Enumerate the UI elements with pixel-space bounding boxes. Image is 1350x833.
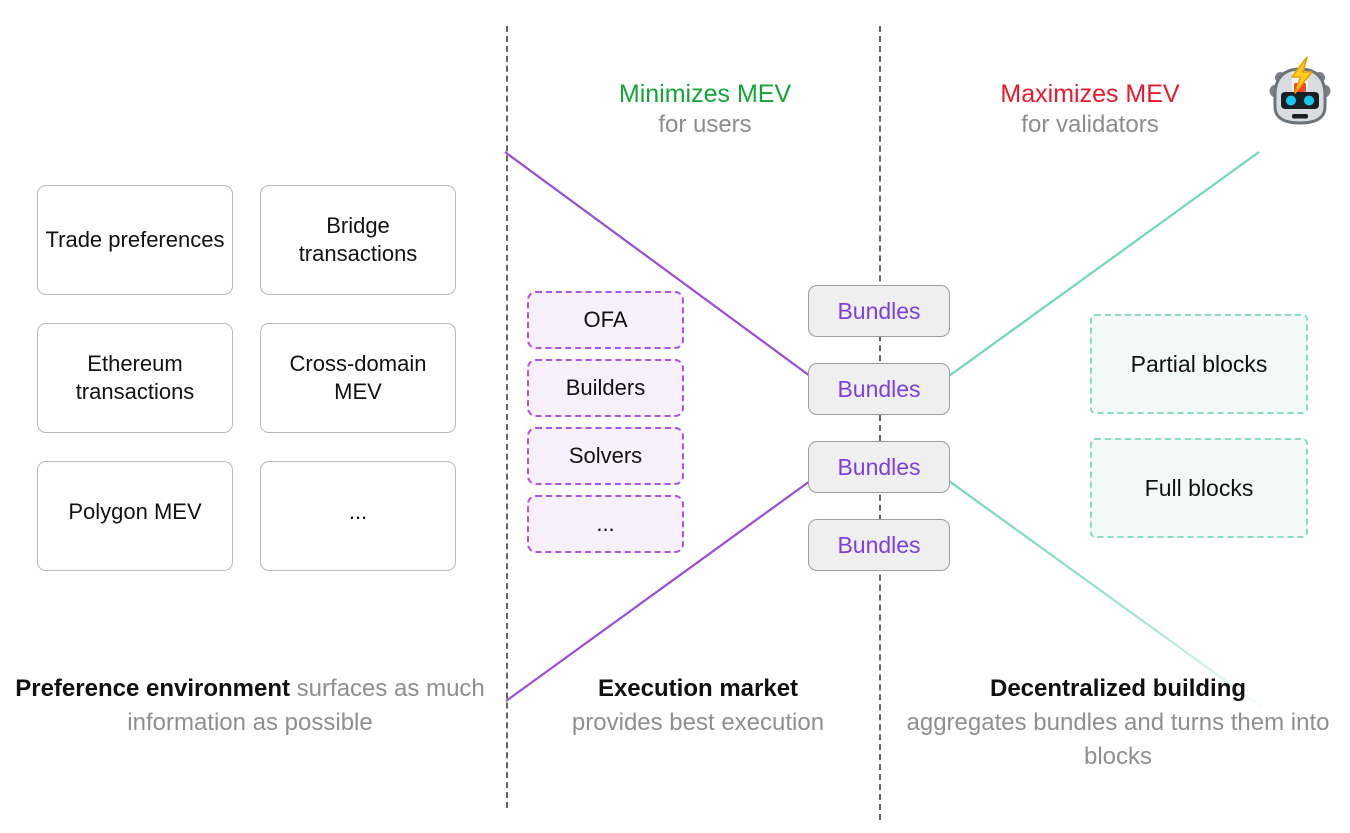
bundle-label: Bundles — [837, 453, 921, 480]
pref-card-label: Trade preferences — [45, 227, 225, 253]
caption-strong: Preference environment — [15, 675, 291, 702]
pref-card-label: Cross-domain MEV — [289, 351, 427, 404]
pref-card-label: Ethereum transactions — [75, 351, 195, 404]
header-maximizes-mev: Maximizes MEV — [1000, 80, 1180, 108]
pref-card-trade-preferences[interactable]: Trade preferences — [37, 185, 233, 295]
blocks-stack: Partial blocks Full blocks — [1090, 314, 1308, 538]
pref-card-ethereum-transactions[interactable]: Ethereum transactions — [37, 323, 233, 433]
divider-preference-execution — [506, 26, 508, 808]
pref-card-label: Bridge transactions — [298, 213, 418, 266]
pref-card-label: ... — [348, 499, 368, 524]
bundle-box-2[interactable]: Bundles — [808, 363, 950, 415]
caption-preference-environment: Preference environment surfaces as much … — [10, 672, 490, 740]
execution-item-label: Solvers — [568, 443, 643, 468]
execution-market-stack: OFA Builders Solvers ... — [527, 291, 684, 553]
execution-item-label: OFA — [583, 307, 628, 332]
caption-strong: Decentralized building — [989, 675, 1247, 702]
pref-card-more[interactable]: ... — [260, 461, 456, 571]
header-minimizes-mev-sub: for users — [658, 111, 752, 138]
pref-card-bridge-transactions[interactable]: Bridge transactions — [260, 185, 456, 295]
execution-item-solvers[interactable]: Solvers — [527, 427, 684, 485]
execution-item-ofa[interactable]: OFA — [527, 291, 684, 349]
execution-item-more[interactable]: ... — [527, 495, 684, 553]
bundle-label: Bundles — [837, 375, 921, 402]
bundle-box-1[interactable]: Bundles — [808, 285, 950, 337]
bundle-box-3[interactable]: Bundles — [808, 441, 950, 493]
block-item-label: Full blocks — [1144, 474, 1254, 501]
execution-item-builders[interactable]: Builders — [527, 359, 684, 417]
header-execution-market: Minimizes MEV for users — [560, 78, 850, 141]
execution-item-label: ... — [596, 511, 615, 536]
bundle-label: Bundles — [837, 297, 921, 324]
block-item-label: Partial blocks — [1130, 350, 1268, 377]
header-decentralized-building: Maximizes MEV for validators — [945, 78, 1235, 141]
bundles-stack: Bundles Bundles Bundles Bundles — [808, 285, 950, 571]
diagram-canvas: Minimizes MEV for users Maximizes MEV fo… — [0, 0, 1350, 833]
bundle-label: Bundles — [837, 531, 921, 558]
caption-decentralized-building: Decentralized building aggregates bundle… — [893, 672, 1343, 774]
robot-with-lightning-icon — [1262, 55, 1338, 131]
pref-card-polygon-mev[interactable]: Polygon MEV — [37, 461, 233, 571]
header-maximizes-mev-sub: for validators — [1021, 111, 1159, 138]
caption-execution-market: Execution market provides best execution — [520, 672, 876, 740]
pref-card-cross-domain-mev[interactable]: Cross-domain MEV — [260, 323, 456, 433]
block-item-partial-blocks[interactable]: Partial blocks — [1090, 314, 1308, 414]
pref-card-label: Polygon MEV — [68, 499, 202, 524]
execution-item-label: Builders — [565, 375, 646, 400]
caption-strong: Execution market — [597, 675, 799, 702]
block-item-full-blocks[interactable]: Full blocks — [1090, 438, 1308, 538]
preference-environment-grid: Trade preferences Bridge transactions Et… — [37, 185, 456, 571]
header-minimizes-mev: Minimizes MEV — [618, 80, 792, 108]
caption-rest: provides best execution — [571, 709, 825, 737]
caption-rest: aggregates bundles and turns them into b… — [906, 709, 1330, 771]
bundle-box-4[interactable]: Bundles — [808, 519, 950, 571]
